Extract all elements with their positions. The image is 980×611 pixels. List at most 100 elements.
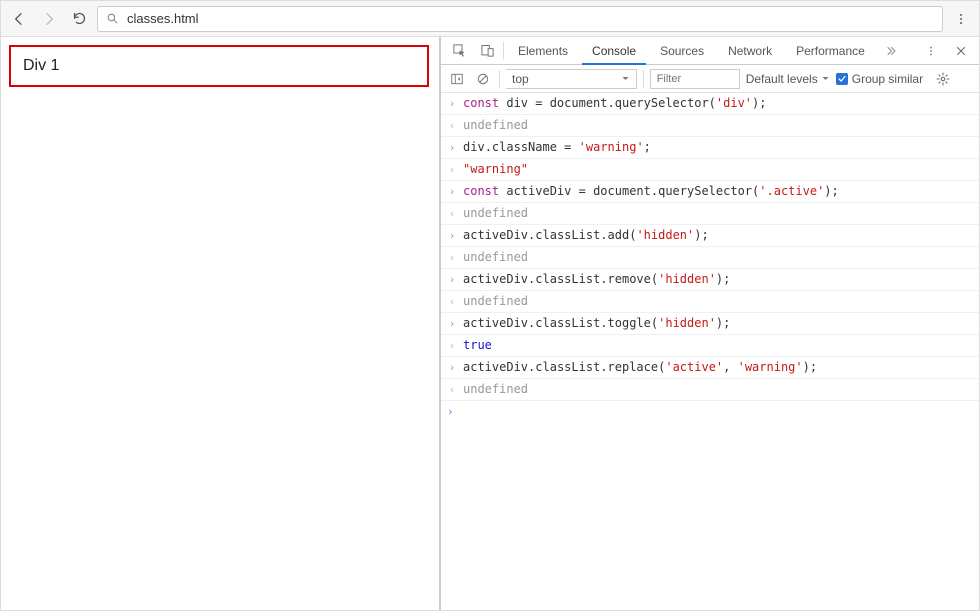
console-text: "warning" xyxy=(463,160,973,178)
separator xyxy=(503,42,504,60)
console-input-row: › const div = document.querySelector('div… xyxy=(441,93,979,115)
console-input-row: › const activeDiv = document.querySelecto… xyxy=(441,181,979,203)
console-output-row: ‹ undefined xyxy=(441,291,979,313)
output-arrow-icon: ‹ xyxy=(447,161,457,179)
device-icon xyxy=(480,43,495,58)
output-arrow-icon: ‹ xyxy=(447,205,457,223)
clear-console-button[interactable] xyxy=(473,69,493,89)
separator xyxy=(499,70,500,88)
back-button[interactable] xyxy=(7,7,31,31)
arrow-right-icon xyxy=(41,11,57,27)
page-content: Div 1 xyxy=(1,37,439,95)
gear-icon xyxy=(936,72,950,86)
tab-network[interactable]: Network xyxy=(718,37,782,65)
input-arrow-icon: › xyxy=(447,95,457,113)
check-icon xyxy=(837,74,847,84)
browser-menu-button[interactable] xyxy=(949,7,973,31)
output-arrow-icon: ‹ xyxy=(447,337,457,355)
console-text: undefined xyxy=(463,292,973,310)
inspect-icon xyxy=(452,43,467,58)
devtools-tab-right xyxy=(919,39,973,63)
ban-icon xyxy=(476,72,490,86)
div-element: Div 1 xyxy=(9,45,429,87)
console-output-row: ‹ true xyxy=(441,335,979,357)
console-text: activeDiv.classList.replace('active', 'w… xyxy=(463,358,973,376)
dots-vertical-icon xyxy=(954,12,968,26)
output-arrow-icon: ‹ xyxy=(447,249,457,267)
console-text: const div = document.querySelector('div'… xyxy=(463,94,973,112)
more-tabs-button[interactable] xyxy=(879,39,903,63)
console-toolbar: top Default levels Group similar xyxy=(441,65,979,93)
chevron-double-right-icon xyxy=(885,45,897,57)
console-output-row: ‹ undefined xyxy=(441,379,979,401)
console-input-row: › activeDiv.classList.add('hidden'); xyxy=(441,225,979,247)
console-text: undefined xyxy=(463,116,973,134)
separator xyxy=(643,70,644,88)
rendered-page: Div 1 xyxy=(1,37,441,610)
dots-vertical-icon xyxy=(925,45,937,57)
devtools-menu-button[interactable] xyxy=(919,39,943,63)
console-output-row: ‹ "warning" xyxy=(441,159,979,181)
browser-window: Div 1 Elements Console Sources Network P… xyxy=(0,0,980,611)
console-input-row: › activeDiv.classList.remove('hidden'); xyxy=(441,269,979,291)
console-output[interactable]: › const div = document.querySelector('div… xyxy=(441,93,979,610)
input-arrow-icon: › xyxy=(447,315,457,333)
search-icon xyxy=(106,12,119,25)
devtools-tabs: Elements Console Sources Network Perform… xyxy=(441,37,979,65)
console-text: undefined xyxy=(463,248,973,266)
input-arrow-icon: › xyxy=(447,359,457,377)
console-text: undefined xyxy=(463,204,973,222)
console-text: true xyxy=(463,336,973,354)
main-area: Div 1 Elements Console Sources Network P… xyxy=(1,37,979,610)
console-output-row: ‹ undefined xyxy=(441,247,979,269)
side-panel-icon xyxy=(450,72,464,86)
input-arrow-icon: › xyxy=(447,271,457,289)
console-text: const activeDiv = document.querySelector… xyxy=(463,182,973,200)
group-similar-checkbox[interactable] xyxy=(836,73,848,85)
console-text: undefined xyxy=(463,380,973,398)
devtools-close-button[interactable] xyxy=(949,39,973,63)
arrow-left-icon xyxy=(11,11,27,27)
chevron-down-icon xyxy=(821,74,830,83)
context-selector[interactable]: top xyxy=(506,69,637,89)
input-arrow-icon: › xyxy=(447,183,457,201)
tab-performance[interactable]: Performance xyxy=(786,37,875,65)
console-text: div.className = 'warning'; xyxy=(463,138,973,156)
group-similar-toggle[interactable]: Group similar xyxy=(836,72,923,86)
output-arrow-icon: ‹ xyxy=(447,293,457,311)
inspect-element-button[interactable] xyxy=(447,39,471,63)
device-toolbar-button[interactable] xyxy=(475,39,499,63)
console-input-row: › activeDiv.classList.replace('active', '… xyxy=(441,357,979,379)
output-arrow-icon: ‹ xyxy=(447,117,457,135)
console-prompt[interactable]: › xyxy=(441,401,979,423)
tab-console[interactable]: Console xyxy=(582,37,646,65)
console-settings-button[interactable] xyxy=(933,69,953,89)
prompt-arrow-icon: › xyxy=(447,403,457,421)
filter-input[interactable] xyxy=(650,69,740,89)
chevron-down-icon xyxy=(621,74,630,83)
url-bar[interactable] xyxy=(97,6,943,32)
log-levels-selector[interactable]: Default levels xyxy=(746,72,830,86)
devtools-panel: Elements Console Sources Network Perform… xyxy=(441,37,979,610)
console-input-row: › activeDiv.classList.toggle('hidden'); xyxy=(441,313,979,335)
console-text: activeDiv.classList.add('hidden'); xyxy=(463,226,973,244)
reload-button[interactable] xyxy=(67,7,91,31)
close-icon xyxy=(955,45,967,57)
console-input-row: › div.className = 'warning'; xyxy=(441,137,979,159)
tab-elements[interactable]: Elements xyxy=(508,37,578,65)
reload-icon xyxy=(72,11,87,26)
context-label: top xyxy=(512,72,529,86)
console-text: activeDiv.classList.toggle('hidden'); xyxy=(463,314,973,332)
input-arrow-icon: › xyxy=(447,227,457,245)
console-output-row: ‹ undefined xyxy=(441,115,979,137)
browser-toolbar xyxy=(1,1,979,37)
input-arrow-icon: › xyxy=(447,139,457,157)
console-sidebar-toggle[interactable] xyxy=(447,69,467,89)
tab-sources[interactable]: Sources xyxy=(650,37,714,65)
output-arrow-icon: ‹ xyxy=(447,381,457,399)
forward-button[interactable] xyxy=(37,7,61,31)
console-text: activeDiv.classList.remove('hidden'); xyxy=(463,270,973,288)
console-output-row: ‹ undefined xyxy=(441,203,979,225)
url-input[interactable] xyxy=(125,10,934,27)
levels-label: Default levels xyxy=(746,72,818,86)
